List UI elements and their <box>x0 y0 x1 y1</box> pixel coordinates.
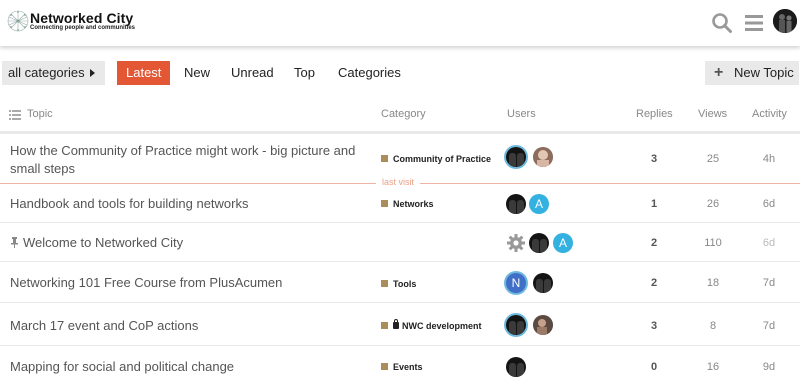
lock-icon <box>393 319 399 329</box>
category-color-square <box>381 155 388 162</box>
activity-time[interactable]: 7d <box>749 320 789 332</box>
views-count: 16 <box>706 361 720 373</box>
replies-count: 2 <box>650 277 658 289</box>
avatar[interactable]: N <box>506 273 526 293</box>
topic-list-header: Topic Category Users Replies Views Activ… <box>0 100 800 134</box>
topic-title[interactable]: Networking 101 Free Course from PlusAcum… <box>10 274 282 292</box>
new-topic-button[interactable]: + New Topic <box>705 61 799 85</box>
category-name: Tools <box>393 279 417 289</box>
topic-title[interactable]: Welcome to Networked City <box>23 235 183 250</box>
category-color-square <box>381 280 388 287</box>
caret-right-icon <box>90 69 95 77</box>
navigation-bar: all categories Latest New Unread Top Cat… <box>0 60 800 86</box>
topic-title[interactable]: Handbook and tools for building networks <box>10 195 248 213</box>
avatar[interactable] <box>533 273 553 293</box>
user-avatar[interactable] <box>773 9 797 33</box>
category-name: Community of Practice <box>393 154 492 164</box>
hamburger-menu-icon[interactable] <box>743 12 765 34</box>
views-count: 18 <box>706 277 720 289</box>
site-tagline: Connecting people and communities <box>30 25 136 31</box>
topic-row: Networking 101 Free Course from PlusAcum… <box>0 263 800 303</box>
new-topic-label: New Topic <box>734 65 794 80</box>
topic-title[interactable]: Mapping for social and political change <box>10 358 234 376</box>
column-category[interactable]: Category <box>381 108 426 120</box>
activity-time[interactable]: 7d <box>749 277 789 289</box>
column-views[interactable]: Views <box>698 108 727 120</box>
topic-title-wrapper: Welcome to Networked City <box>10 234 183 252</box>
activity-time[interactable]: 4h <box>749 153 789 165</box>
tab-top[interactable]: Top <box>294 61 315 85</box>
topic-title[interactable]: How the Community of Practice might work… <box>10 142 365 178</box>
views-count: 25 <box>706 153 720 165</box>
category-color-square <box>381 200 388 207</box>
gear-icon[interactable] <box>506 233 526 253</box>
plus-icon: + <box>714 64 724 81</box>
avatar[interactable] <box>529 233 549 253</box>
category-dropdown-label: all categories <box>8 65 85 80</box>
activity-time[interactable]: 9d <box>749 361 789 373</box>
category-badge[interactable]: Events <box>381 362 423 372</box>
category-color-square <box>381 363 388 370</box>
tab-unread[interactable]: Unread <box>231 61 274 85</box>
avatar[interactable] <box>533 315 553 335</box>
topic-row: March 17 event and CoP actions NWC devel… <box>0 304 800 346</box>
tab-latest[interactable]: Latest <box>117 61 171 85</box>
replies-count: 0 <box>650 361 658 373</box>
column-activity[interactable]: Activity <box>752 108 787 120</box>
avatar[interactable]: A <box>553 233 573 253</box>
category-badge[interactable]: Networks <box>381 199 434 209</box>
activity-time[interactable]: 6d <box>749 237 789 249</box>
column-topic[interactable]: Topic <box>27 108 53 120</box>
topic-row: Mapping for social and political change … <box>0 347 800 382</box>
category-badge[interactable]: Tools <box>381 279 416 289</box>
column-users: Users <box>507 108 536 120</box>
topic-title[interactable]: March 17 event and CoP actions <box>10 317 198 335</box>
category-badge[interactable]: Community of Practice <box>381 154 491 164</box>
last-visit-label: last visit <box>376 177 421 187</box>
networked-city-logo[interactable] <box>6 9 30 33</box>
replies-count: 3 <box>650 153 658 165</box>
category-color-square <box>381 322 388 329</box>
category-dropdown[interactable]: all categories <box>2 61 105 85</box>
list-icon <box>9 110 21 120</box>
category-name: Events <box>393 362 423 372</box>
views-count: 8 <box>709 320 717 332</box>
category-name: Networks <box>393 199 434 209</box>
views-count: 110 <box>704 237 722 249</box>
avatar[interactable] <box>506 194 526 214</box>
topic-row: Welcome to Networked City A 2 110 6d <box>0 224 800 262</box>
replies-count: 1 <box>650 198 658 210</box>
activity-time[interactable]: 6d <box>749 198 789 210</box>
topic-row: Handbook and tools for building networks… <box>0 185 800 223</box>
replies-count: 3 <box>650 320 658 332</box>
avatar[interactable] <box>533 147 553 167</box>
avatar[interactable] <box>506 357 526 377</box>
site-header: Networked City Connecting people and com… <box>0 0 800 46</box>
tab-categories[interactable]: Categories <box>338 61 401 85</box>
replies-count: 2 <box>650 237 658 249</box>
avatar[interactable] <box>506 315 526 335</box>
avatar[interactable] <box>506 147 526 167</box>
tab-new[interactable]: New <box>184 61 210 85</box>
category-badge[interactable]: NWC development <box>381 319 482 331</box>
site-title[interactable]: Networked City <box>30 10 133 26</box>
avatar[interactable]: A <box>529 194 549 214</box>
search-icon[interactable] <box>711 12 733 34</box>
column-replies[interactable]: Replies <box>636 108 673 120</box>
category-name: NWC development <box>402 321 482 331</box>
pin-icon <box>11 237 18 248</box>
views-count: 26 <box>706 198 720 210</box>
